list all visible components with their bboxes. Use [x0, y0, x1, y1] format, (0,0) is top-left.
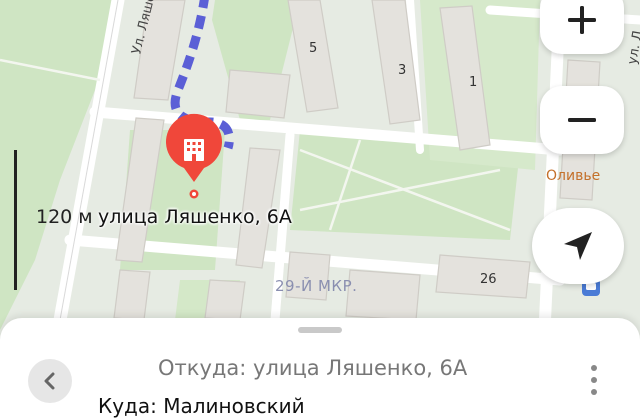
zoom-in-button[interactable]: [540, 0, 624, 54]
house-number-label: 3: [398, 63, 406, 78]
house-number-label: 26: [480, 272, 497, 287]
route-bottom-sheet[interactable]: Откуда: улица Ляшенко, 6А Куда: Малиновс…: [0, 318, 640, 418]
house-number-label: 1: [469, 75, 477, 90]
scale-label: 120 м: [36, 206, 93, 228]
navigation-arrow-icon: [564, 232, 592, 260]
building-icon: [184, 139, 204, 161]
back-button[interactable]: [28, 359, 72, 403]
scale-bar: [14, 150, 17, 290]
svg-text:Оливье: Оливье: [546, 168, 600, 184]
minus-icon: [568, 118, 596, 122]
sheet-drag-handle[interactable]: [298, 327, 342, 333]
locate-me-button[interactable]: [532, 208, 624, 284]
chevron-left-icon: [44, 372, 55, 390]
district-label: 29-Й МКР.: [275, 276, 357, 295]
plus-icon: [568, 6, 596, 34]
pin-address-label: улица Ляшенко, 6А: [98, 206, 292, 228]
more-options-icon[interactable]: [586, 362, 602, 402]
route-from-field[interactable]: Откуда: улица Ляшенко, 6А: [158, 356, 467, 380]
zoom-out-button[interactable]: [540, 86, 624, 154]
route-to-field[interactable]: Куда: Малиновский: [98, 394, 305, 418]
house-number-label: 5: [309, 41, 317, 56]
